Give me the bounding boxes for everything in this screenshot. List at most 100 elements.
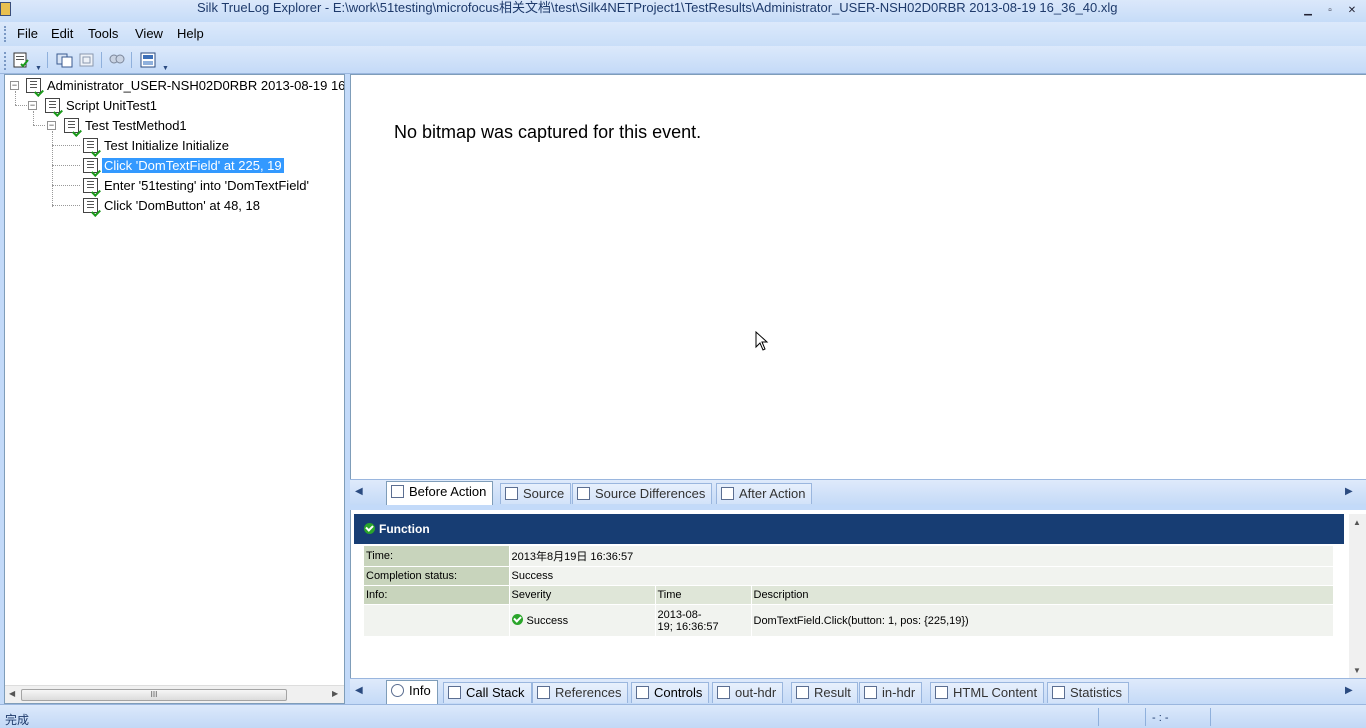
- before-action-icon: [391, 485, 404, 498]
- toolbar-grip[interactable]: [4, 52, 6, 70]
- table-row: Time: 2013年8月19日 16:36:57: [364, 546, 1334, 567]
- info-table: Time: 2013年8月19日 16:36:57 Completion sta…: [364, 546, 1334, 637]
- tree-view[interactable]: − Administrator_USER-NSH02D0RBR 2013-08-…: [4, 74, 345, 704]
- tab-source[interactable]: Source: [500, 483, 572, 504]
- info-vertical-scrollbar[interactable]: ▲ ▼: [1349, 514, 1366, 678]
- view-page-icon[interactable]: [139, 51, 157, 69]
- out-hdr-icon: [717, 686, 730, 699]
- maximize-button[interactable]: ▫: [1321, 4, 1339, 18]
- tabs-scroll-left-icon[interactable]: ◀: [355, 486, 363, 497]
- tree-node-event[interactable]: Click 'DomButton' at 48, 18: [83, 197, 262, 217]
- scroll-down-icon[interactable]: ▼: [1353, 666, 1361, 675]
- severity-header: Severity: [509, 585, 656, 605]
- references-icon: [537, 686, 550, 699]
- tree-horizontal-scrollbar[interactable]: ◀ III ▶: [5, 685, 344, 703]
- menu-help[interactable]: Help: [177, 26, 204, 41]
- window-title: Silk TrueLog Explorer - E:\work\51testin…: [197, 0, 1118, 15]
- result-icon: [796, 686, 809, 699]
- tree-line: [15, 91, 16, 105]
- tab-statistics[interactable]: Statistics: [1047, 682, 1130, 703]
- test-icon: [64, 118, 82, 137]
- status-divider: [1210, 708, 1211, 726]
- tabs-scroll-left-icon[interactable]: ◀: [355, 685, 363, 696]
- event-icon: [83, 158, 101, 177]
- tree-collapse-toggle[interactable]: −: [47, 121, 56, 130]
- tab-in-hdr[interactable]: in-hdr: [859, 682, 923, 703]
- tree-line: [52, 165, 80, 166]
- tree-node-label: Administrator_USER-NSH02D0RBR 2013-08-19…: [47, 78, 345, 93]
- tab-after-action[interactable]: After Action: [716, 483, 813, 504]
- tab-call-stack[interactable]: Call Stack: [443, 682, 532, 703]
- scroll-left-icon[interactable]: ◀: [9, 689, 15, 698]
- description-header: Description: [751, 585, 1334, 605]
- view-page-dropdown-icon[interactable]: ▼: [162, 65, 169, 72]
- mouse-cursor-icon: [755, 331, 769, 351]
- tree-node-script[interactable]: Script UnitTest1: [45, 97, 159, 117]
- menu-view[interactable]: View: [135, 26, 163, 41]
- scroll-thumb[interactable]: III: [21, 689, 287, 701]
- menu-tools[interactable]: Tools: [88, 26, 118, 41]
- event-icon: [83, 178, 101, 197]
- tab-before-action[interactable]: Before Action: [386, 481, 494, 505]
- tab-references[interactable]: References: [532, 682, 629, 703]
- tab-html-content[interactable]: HTML Content: [930, 682, 1045, 703]
- status-divider: [1145, 708, 1146, 726]
- tree-node-event[interactable]: Enter '51testing' into 'DomTextField': [83, 177, 311, 197]
- tree-node-label: Click 'DomButton' at 48, 18: [104, 198, 260, 213]
- tree-node-label: Click 'DomTextField' at 225, 19: [102, 158, 284, 173]
- after-action-icon: [721, 487, 734, 500]
- tree-node-label: Test TestMethod1: [85, 118, 187, 133]
- tree-line: [33, 111, 34, 125]
- source-differences-icon: [577, 487, 590, 500]
- capture-icon[interactable]: [78, 51, 96, 69]
- tab-controls[interactable]: Controls: [631, 682, 710, 703]
- info-icon: [391, 684, 404, 697]
- severity-cell: Success: [509, 604, 656, 637]
- function-header: Function: [354, 514, 1344, 544]
- scroll-up-icon[interactable]: ▲: [1353, 518, 1361, 527]
- close-button[interactable]: ✕: [1343, 4, 1361, 18]
- tab-info[interactable]: Info: [386, 680, 438, 704]
- controls-icon: [636, 686, 649, 699]
- tab-source-differences[interactable]: Source Differences: [572, 483, 713, 504]
- table-row: Success 2013-08- 19; 16:36:57 DomTextFiel…: [364, 604, 1334, 637]
- status-bar: 完成 - : -: [0, 704, 1366, 728]
- open-log-dropdown-icon[interactable]: ▼: [35, 65, 42, 72]
- open-log-icon[interactable]: [12, 51, 30, 69]
- image-view: No bitmap was captured for this event.: [350, 74, 1366, 479]
- tabs-scroll-right-icon[interactable]: ▶: [1345, 486, 1353, 497]
- tree-node-root[interactable]: Administrator_USER-NSH02D0RBR 2013-08-19…: [26, 77, 345, 97]
- tab-out-hdr[interactable]: out-hdr: [712, 682, 784, 703]
- tabs-scroll-right-icon[interactable]: ▶: [1345, 685, 1353, 696]
- tree-collapse-toggle[interactable]: −: [10, 81, 19, 90]
- title-bar: Silk TrueLog Explorer - E:\work\51testin…: [0, 0, 1366, 22]
- tree-node-label: Test Initialize Initialize: [104, 138, 229, 153]
- tree-line: [52, 145, 80, 146]
- compare-icon[interactable]: [56, 51, 74, 69]
- call-stack-icon: [448, 686, 461, 699]
- tree-node-event[interactable]: Test Initialize Initialize: [83, 137, 231, 157]
- log-file-icon: [26, 78, 44, 97]
- status-position: - : -: [1152, 712, 1169, 724]
- view-tab-strip: ◀ Before Action Source Source Difference…: [350, 479, 1366, 505]
- menu-bar: File Edit Tools View Help: [0, 22, 1366, 46]
- scroll-right-icon[interactable]: ▶: [332, 689, 338, 698]
- tree-node-label: Enter '51testing' into 'DomTextField': [104, 178, 310, 193]
- menu-file[interactable]: File: [17, 26, 38, 41]
- tree-line: [52, 185, 80, 186]
- tree-collapse-toggle[interactable]: −: [28, 101, 37, 110]
- app-icon: [0, 2, 11, 16]
- minimize-button[interactable]: ▁: [1299, 4, 1317, 18]
- tree-node-label: Script UnitTest1: [66, 98, 158, 113]
- tree-node-test[interactable]: Test TestMethod1: [64, 117, 189, 137]
- info-label: Info:: [364, 585, 510, 605]
- tab-result[interactable]: Result: [791, 682, 858, 703]
- tree-node-event-selected[interactable]: Click 'DomTextField' at 225, 19: [83, 157, 284, 177]
- completion-label: Completion status:: [364, 566, 510, 586]
- in-hdr-icon: [864, 686, 877, 699]
- table-row: Completion status: Success: [364, 566, 1334, 586]
- menu-grip[interactable]: [4, 26, 6, 42]
- status-text: 完成: [5, 713, 30, 727]
- menu-edit[interactable]: Edit: [51, 26, 73, 41]
- find-icon[interactable]: [108, 51, 126, 69]
